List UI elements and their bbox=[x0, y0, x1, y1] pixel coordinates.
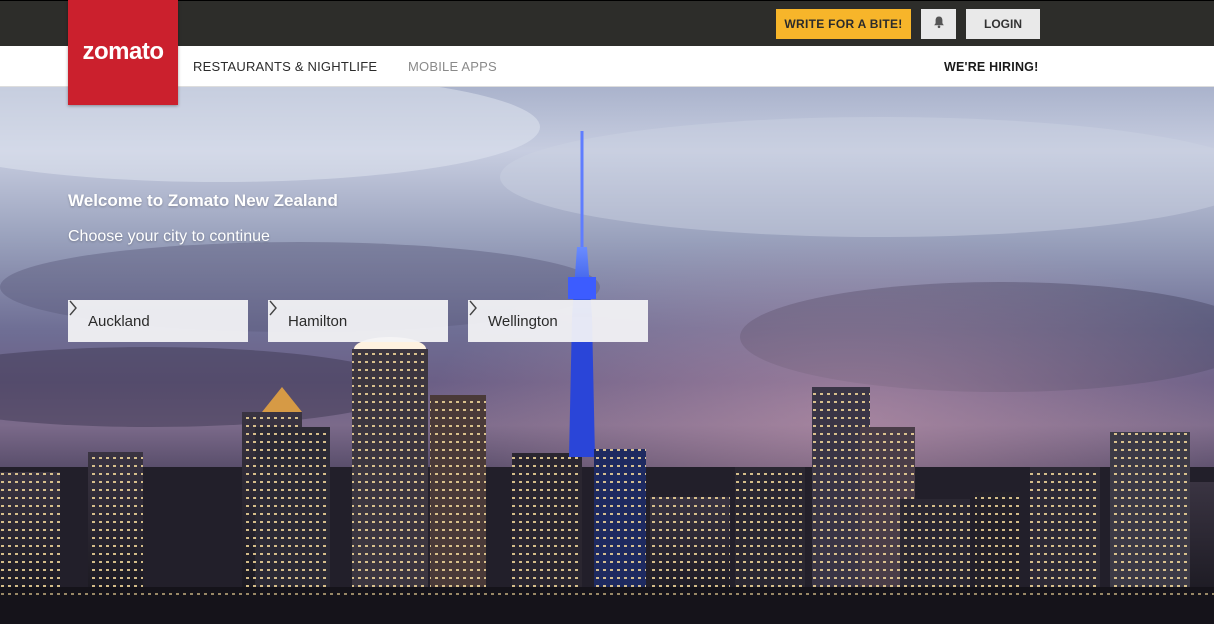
bell-icon bbox=[932, 15, 946, 34]
nav-restaurants-nightlife[interactable]: RESTAURANTS & NIGHTLIFE bbox=[193, 46, 377, 86]
city-button-hamilton[interactable]: Hamilton bbox=[268, 300, 448, 342]
chevron-right-icon bbox=[269, 300, 432, 342]
top-bar: WRITE FOR A BITE! LOGIN bbox=[0, 0, 1214, 47]
city-skyline-image bbox=[0, 87, 1214, 624]
notifications-button[interactable] bbox=[921, 9, 956, 39]
page-subtitle: Choose your city to continue bbox=[68, 228, 270, 245]
login-button[interactable]: LOGIN bbox=[966, 9, 1040, 39]
page-title: Welcome to Zomato New Zealand bbox=[68, 191, 338, 210]
hero-banner: Welcome to Zomato New Zealand Choose you… bbox=[0, 87, 1214, 624]
city-button-wellington[interactable]: Wellington bbox=[468, 300, 648, 342]
city-label: Wellington bbox=[488, 312, 558, 330]
city-label: Auckland bbox=[88, 312, 150, 330]
chevron-right-icon bbox=[69, 300, 232, 342]
chevron-right-icon bbox=[469, 300, 632, 342]
nav-mobile-apps[interactable]: MOBILE APPS bbox=[408, 46, 497, 86]
city-button-auckland[interactable]: Auckland bbox=[68, 300, 248, 342]
city-label: Hamilton bbox=[288, 312, 348, 330]
nav-were-hiring[interactable]: WE'RE HIRING! bbox=[944, 46, 1038, 86]
nav-bar: RESTAURANTS & NIGHTLIFE MOBILE APPS WE'R… bbox=[0, 46, 1214, 87]
write-for-a-bite-button[interactable]: WRITE FOR A BITE! bbox=[776, 9, 911, 39]
zomato-logo[interactable]: zomato bbox=[68, 0, 178, 105]
logo-text: zomato bbox=[82, 37, 165, 65]
